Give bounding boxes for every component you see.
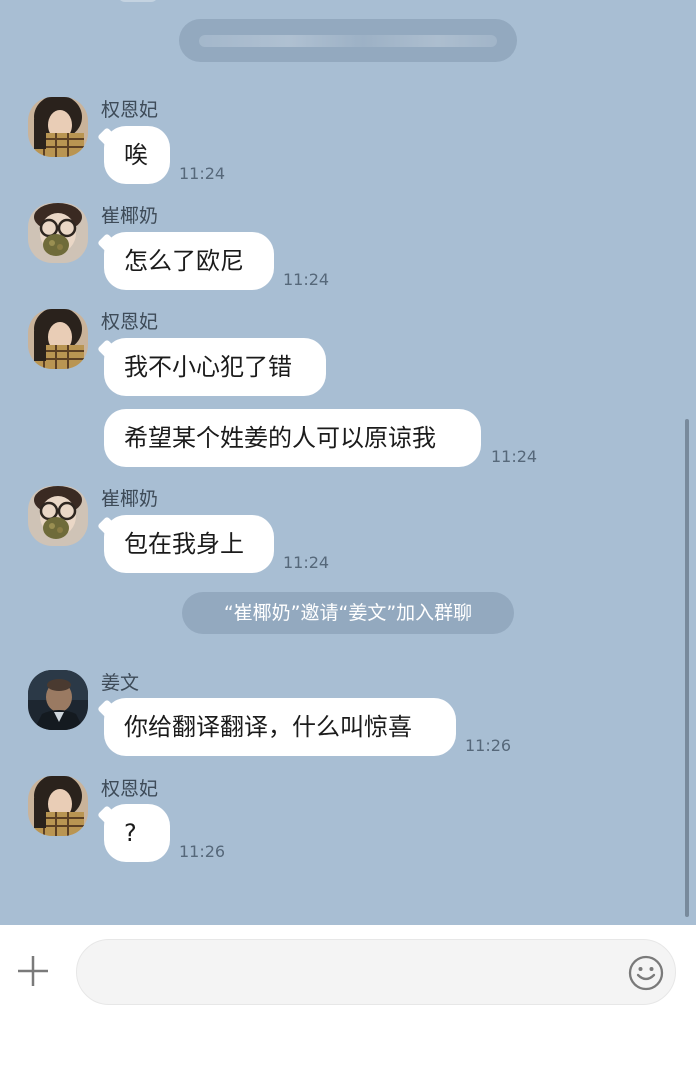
message-bubble[interactable]: 你给翻译翻译，什么叫惊喜 xyxy=(104,698,456,756)
message-bubble[interactable]: 包在我身上 xyxy=(104,515,274,573)
emoji-button[interactable] xyxy=(627,954,665,992)
plus-button[interactable] xyxy=(12,950,54,992)
emoji-icon xyxy=(628,955,664,991)
avatar[interactable] xyxy=(28,670,88,730)
scrollbar[interactable] xyxy=(685,419,689,917)
avatar-man-photo-icon xyxy=(28,670,88,730)
avatar-glasses-photo-icon xyxy=(28,203,88,263)
avatar-girl-photo-icon xyxy=(28,309,88,369)
avatar[interactable] xyxy=(28,486,88,546)
message-bubble[interactable]: ? xyxy=(104,804,170,862)
avatar-girl-photo-icon xyxy=(28,97,88,157)
blurred-system-notice xyxy=(179,19,517,62)
message-time: 11:26 xyxy=(179,842,226,861)
chat-area[interactable]: 权恩妃 唉 11:24 崔椰奶 怎么了欧尼 11:24 权恩妃 我不小心犯了错 xyxy=(0,0,696,925)
sender-name: 权恩妃 xyxy=(101,778,159,800)
message-time: 11:24 xyxy=(491,447,538,466)
message-bubble[interactable]: 怎么了欧尼 xyxy=(104,232,274,290)
message-time: 11:24 xyxy=(283,270,330,289)
sender-name: 权恩妃 xyxy=(101,99,159,121)
sender-name: 崔椰奶 xyxy=(101,205,159,227)
blurred-notice-text xyxy=(199,35,497,47)
avatar[interactable] xyxy=(28,97,88,157)
avatar-girl-photo-icon xyxy=(28,776,88,836)
avatar[interactable] xyxy=(28,776,88,836)
plus-icon xyxy=(18,956,48,986)
message-bubble[interactable]: 我不小心犯了错 xyxy=(104,338,326,396)
sender-name: 崔椰奶 xyxy=(101,488,159,510)
system-notice: “崔椰奶”邀请“姜文”加入群聊 xyxy=(182,592,514,634)
message-composer xyxy=(0,925,696,1080)
message-input-box[interactable] xyxy=(76,939,676,1006)
message-time: 11:24 xyxy=(283,553,330,572)
message-bubble[interactable]: 唉 xyxy=(104,126,170,184)
message-time: 11:26 xyxy=(465,736,512,755)
message-time: 11:24 xyxy=(179,164,226,183)
sender-name: 姜文 xyxy=(101,672,140,694)
avatar-glasses-photo-icon xyxy=(28,486,88,546)
message-bubble[interactable]: 希望某个姓姜的人可以原谅我 xyxy=(104,409,481,467)
sender-name: 权恩妃 xyxy=(101,311,159,333)
avatar[interactable] xyxy=(28,203,88,263)
message-input[interactable] xyxy=(101,940,625,1006)
avatar[interactable] xyxy=(28,309,88,369)
partial-message-edge xyxy=(118,0,158,2)
